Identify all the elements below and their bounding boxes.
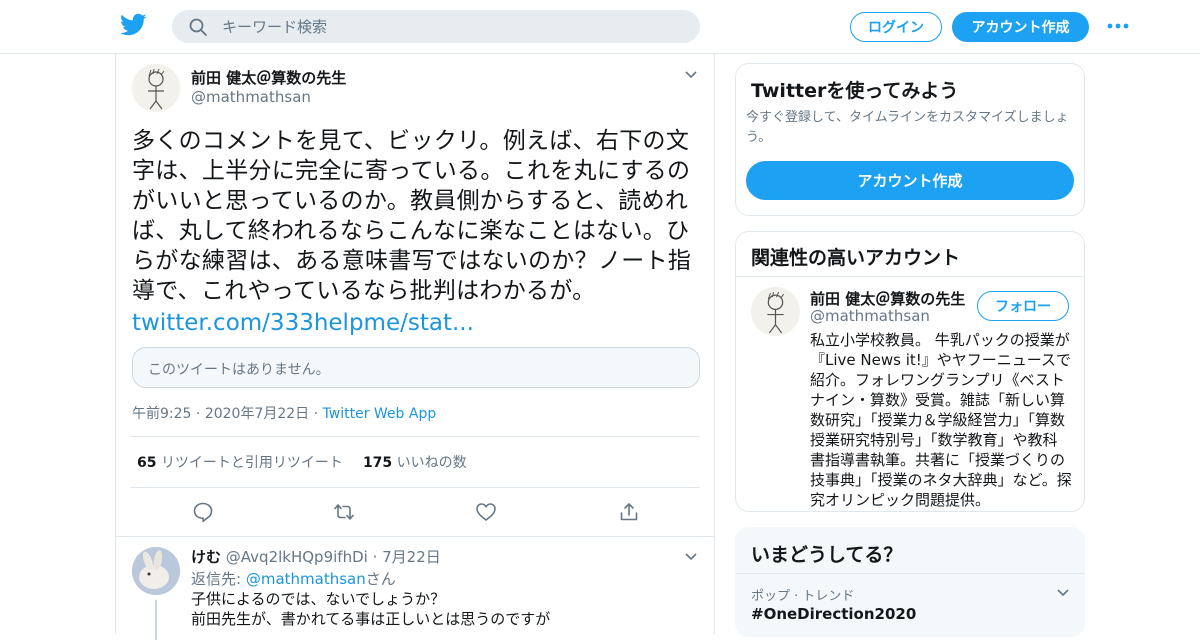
related-accounts-card: 関連性の高いアカウント 前田 健太＠算数の先生 @mathmathsan フォロ… [735, 231, 1085, 512]
related-account-bio: 私立小学校教員。 牛乳パックの授業が『Live News it!』やヤフーニュー… [810, 331, 1072, 509]
trends-title: いまどうしてる？ [751, 544, 903, 566]
like-heart-icon[interactable] [475, 501, 497, 523]
signup-button[interactable]: アカウント作成 [952, 12, 1089, 42]
divider [130, 436, 700, 437]
like-count: 175 [362, 455, 393, 471]
tweet-date[interactable]: 2020年7月22日 [205, 406, 309, 422]
reply-author-handle[interactable]: @Avq2lkHQp9ifhDi [226, 548, 368, 566]
reply-author-name[interactable]: けむ [191, 548, 221, 566]
tweet-time[interactable]: 午前9:25 [132, 406, 191, 422]
reply-to-label: 返信先: [191, 570, 242, 588]
meta-separator: · [309, 406, 323, 422]
quoted-tweet-unavailable: このツイートはありません。 [132, 347, 700, 388]
thread-line [155, 600, 157, 640]
divider [736, 573, 1084, 574]
divider [736, 276, 1084, 277]
divider [116, 536, 714, 537]
like-label: いいねの数 [396, 455, 467, 471]
tweet-text: 多くのコメントを見て、ビックリ。例えば、右下の文字は、上半分に完全に寄っている。… [132, 128, 692, 304]
reply-icon[interactable] [192, 501, 214, 523]
top-bar: ログイン アカウント作成 [0, 0, 1200, 54]
tweet-column: 前田 健太＠算数の先生 @mathmathsan 多くのコメントを見て、ビックリ… [115, 54, 715, 640]
trends-card: いまどうしてる？ ポップ · トレンド #OneDirection2020 [735, 527, 1085, 637]
reply-to-handle[interactable]: @mathmathsan [246, 570, 366, 588]
quote-unavailable-text: このツイートはありません。 [148, 362, 330, 378]
trend-context: ポップ · トレンド [751, 589, 855, 604]
reply-text-line: 前田先生が、書かれてる事は正しいとは思うのですが [191, 610, 551, 628]
reply-to-line: 返信先: @mathmathsanさん [191, 568, 396, 589]
reply-header: けむ @Avq2lkHQp9ifhDi · 7月22日 [191, 546, 441, 567]
meta-separator: · [191, 406, 205, 422]
author-handle[interactable]: @mathmathsan [191, 88, 311, 106]
chevron-down-icon[interactable] [1056, 588, 1070, 598]
tweet-app[interactable]: Twitter Web App [323, 406, 437, 422]
like-stat[interactable]: 175 いいねの数 [363, 455, 467, 471]
retweet-stat[interactable]: 65 リツイートと引用リツイート [137, 455, 343, 471]
reply-to-suffix: さん [365, 570, 396, 588]
reply-text: 子供によるのでは、ないでしょうか？ 前田先生が、書かれてる事は正しいとは思うので… [191, 589, 550, 629]
search-icon [189, 18, 207, 36]
tweet-meta: 午前9:25 · 2020年7月22日 · Twitter Web App [132, 403, 436, 423]
meta-separator: · [367, 548, 383, 566]
login-button[interactable]: ログイン [850, 12, 942, 42]
tweet-stats: 65 リツイートと引用リツイート 175 いいねの数 [137, 452, 467, 472]
avatar-drawing [751, 287, 800, 336]
trend-item[interactable]: #OneDirection2020 [751, 605, 916, 623]
reply-text-line: 子供によるのでは、ないでしょうか？ [191, 590, 446, 608]
avatar[interactable] [132, 64, 180, 112]
retweet-icon[interactable] [333, 501, 355, 523]
create-account-button[interactable]: アカウント作成 [746, 161, 1074, 200]
retweet-count: 65 [137, 455, 157, 471]
chevron-down-icon[interactable] [684, 70, 698, 80]
related-account-name[interactable]: 前田 健太＠算数の先生 [810, 288, 965, 309]
follow-button[interactable]: フォロー [977, 291, 1069, 321]
avatar[interactable] [751, 287, 800, 336]
reply-date[interactable]: 7月22日 [382, 548, 441, 566]
search-box[interactable] [172, 10, 700, 43]
signup-card-desc: 今すぐ登録して、タイムラインをカスタマイズしましょう。 [746, 110, 1069, 145]
twitter-bird-icon[interactable] [120, 13, 147, 37]
author-name[interactable]: 前田 健太＠算数の先生 [191, 67, 346, 88]
retweet-label: リツイートと引用リツイート [160, 455, 343, 471]
avatar-photo [132, 547, 180, 595]
signup-card: Twitterを使ってみよう 今すぐ登録して、タイムラインをカスタマイズしましょ… [735, 63, 1085, 216]
avatar[interactable] [132, 547, 180, 595]
divider [130, 487, 700, 488]
share-icon[interactable] [618, 501, 640, 523]
related-account-handle[interactable]: @mathmathsan [810, 307, 930, 325]
more-dots-icon[interactable] [1106, 21, 1130, 31]
related-accounts-title: 関連性の高いアカウント [751, 247, 961, 269]
tweet-link[interactable]: twitter.com/333helpme/stat... [132, 308, 474, 338]
chevron-down-icon[interactable] [684, 552, 698, 562]
search-input[interactable] [222, 10, 682, 43]
avatar-drawing [132, 64, 180, 112]
signup-card-title: Twitterを使ってみよう [751, 80, 959, 102]
